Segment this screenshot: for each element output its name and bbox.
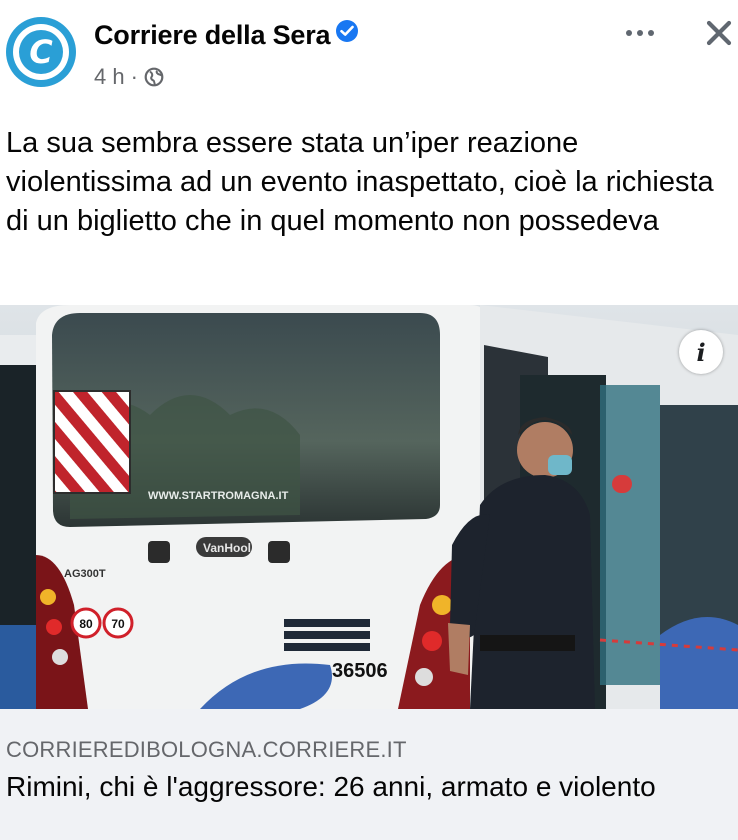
avatar-ring: C bbox=[13, 24, 69, 80]
more-dot-icon bbox=[637, 30, 643, 36]
bus-model-text: AG300T bbox=[64, 568, 106, 580]
link-preview[interactable]: CORRIEREDIBOLOGNA.CORRIERE.IT Rimini, ch… bbox=[0, 709, 738, 840]
page-avatar[interactable]: C bbox=[6, 17, 76, 87]
bus-number-text: 36506 bbox=[332, 660, 388, 682]
link-title[interactable]: Rimini, chi è l'aggressore: 26 anni, arm… bbox=[6, 769, 706, 805]
post-caption: La sua sembra essere stata un’iper reazi… bbox=[6, 127, 714, 237]
info-icon[interactable]: i bbox=[679, 330, 723, 374]
speed-badge-70: 70 bbox=[111, 617, 125, 631]
close-icon[interactable] bbox=[700, 14, 738, 52]
bus-brand-text: VanHool bbox=[203, 541, 251, 555]
more-dot-icon bbox=[626, 30, 632, 36]
speed-badge-80: 80 bbox=[79, 617, 93, 631]
page-name-link[interactable]: Corriere della Sera bbox=[94, 20, 359, 51]
verified-badge-icon bbox=[336, 20, 359, 42]
post-image[interactable]: WWW.STARTROMAGNA.IT VanHool AG300T 80 70… bbox=[0, 305, 738, 709]
post-header: C Corriere della Sera 4 h · bbox=[0, 0, 738, 100]
globe-icon bbox=[144, 67, 164, 87]
bus-photo: WWW.STARTROMAGNA.IT VanHool AG300T 80 70… bbox=[0, 305, 738, 709]
more-options-button[interactable] bbox=[618, 18, 662, 48]
meta-separator: · bbox=[130, 64, 138, 89]
link-domain: CORRIEREDIBOLOGNA.CORRIERE.IT bbox=[6, 737, 407, 762]
post-timestamp[interactable]: 4 h bbox=[94, 64, 125, 90]
facebook-post: C Corriere della Sera 4 h · La sua sembr… bbox=[0, 0, 738, 840]
more-dot-icon bbox=[648, 30, 654, 36]
post-meta: 4 h · bbox=[94, 64, 164, 90]
bus-website-text: WWW.STARTROMAGNA.IT bbox=[148, 490, 289, 502]
avatar-logo: C bbox=[19, 30, 63, 74]
page-name: Corriere della Sera bbox=[94, 20, 331, 50]
